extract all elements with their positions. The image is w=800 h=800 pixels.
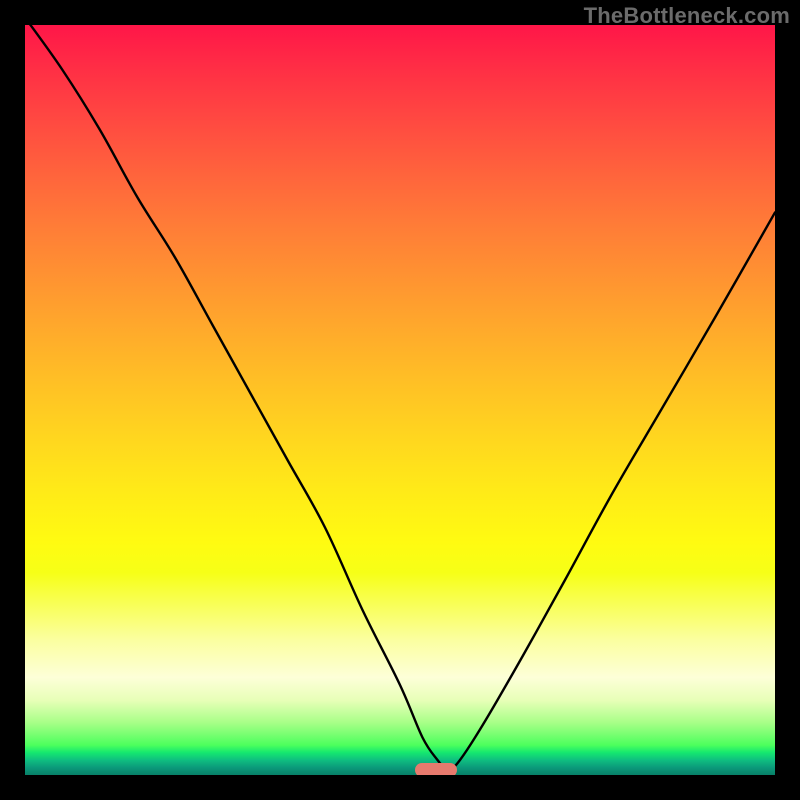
plot-area [25,25,775,775]
chart-frame: TheBottleneck.com [0,0,800,800]
optimal-marker [415,763,457,775]
watermark-text: TheBottleneck.com [584,3,790,29]
bottleneck-curve [25,25,775,775]
